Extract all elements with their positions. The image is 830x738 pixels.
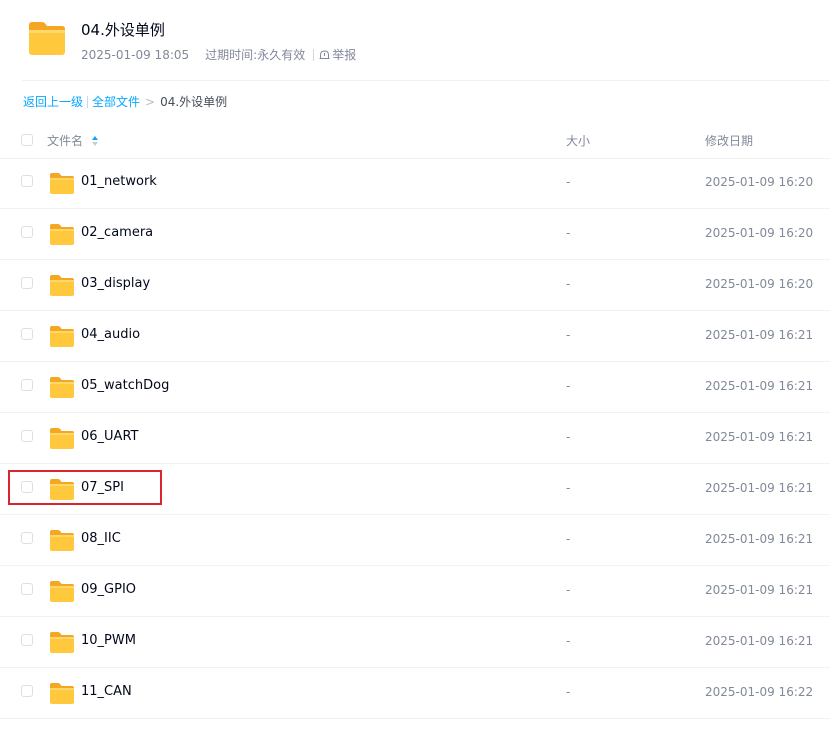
table-row[interactable]: 05_watchDog - 2025-01-09 16:21 (0, 362, 830, 413)
folder-icon (50, 683, 74, 704)
row-checkbox[interactable] (21, 532, 33, 544)
share-header: 04.外设单例 2025-01-09 18:05 过期时间: 永久有效 举报 (0, 0, 830, 80)
file-size: - (566, 277, 571, 291)
expire-label: 过期时间: (205, 48, 258, 62)
table-row[interactable]: 04_audio - 2025-01-09 16:21 (0, 311, 830, 362)
column-name-label: 文件名 (47, 134, 84, 148)
folder-icon (50, 377, 74, 398)
breadcrumb-separator: > (145, 94, 156, 109)
row-checkbox[interactable] (21, 379, 33, 391)
file-date: 2025-01-09 16:21 (705, 379, 814, 393)
file-name[interactable]: 01_network (81, 174, 157, 189)
file-date: 2025-01-09 16:22 (705, 685, 814, 699)
file-date: 2025-01-09 16:21 (705, 532, 814, 546)
report-button[interactable]: 举报 (319, 46, 356, 63)
file-name[interactable]: 08_IIC (81, 531, 121, 546)
column-name-header[interactable]: 文件名 (47, 132, 99, 149)
folder-icon (50, 632, 74, 653)
file-size: - (566, 685, 571, 699)
row-checkbox[interactable] (21, 430, 33, 442)
file-date: 2025-01-09 16:20 (705, 277, 814, 291)
report-icon (319, 50, 330, 59)
share-time: 2025-01-09 18:05 (81, 47, 190, 62)
file-date: 2025-01-09 16:21 (705, 430, 814, 444)
file-size: - (566, 634, 571, 648)
file-name[interactable]: 02_camera (81, 225, 153, 240)
folder-icon (50, 530, 74, 551)
row-checkbox[interactable] (21, 175, 33, 187)
file-name[interactable]: 11_CAN (81, 684, 132, 699)
file-list: 01_network - 2025-01-09 16:20 02_camera … (0, 158, 830, 719)
row-checkbox[interactable] (21, 481, 33, 493)
file-size: - (566, 328, 571, 342)
folder-icon (50, 173, 74, 194)
file-date: 2025-01-09 16:21 (705, 583, 814, 597)
folder-icon (50, 428, 74, 449)
table-row[interactable]: 10_PWM - 2025-01-09 16:21 (0, 617, 830, 668)
file-date: 2025-01-09 16:20 (705, 226, 814, 240)
file-size: - (566, 175, 571, 189)
file-size: - (566, 481, 571, 495)
row-checkbox[interactable] (21, 685, 33, 697)
file-size: - (566, 583, 571, 597)
column-date-header: 修改日期 (705, 134, 754, 148)
folder-icon (50, 275, 74, 296)
table-row[interactable]: 11_CAN - 2025-01-09 16:22 (0, 668, 830, 719)
file-date: 2025-01-09 16:21 (705, 481, 814, 495)
file-date: 2025-01-09 16:20 (705, 175, 814, 189)
sort-icon[interactable] (91, 134, 99, 148)
file-size: - (566, 379, 571, 393)
folder-icon (29, 22, 65, 55)
file-name[interactable]: 05_watchDog (81, 378, 169, 393)
divider (313, 48, 315, 61)
report-label: 举报 (332, 48, 357, 62)
all-files-link[interactable]: 全部文件 (92, 93, 140, 110)
folder-icon (50, 326, 74, 347)
share-meta: 2025-01-09 18:05 过期时间: 永久有效 举报 (81, 46, 356, 63)
breadcrumb-divider (87, 95, 89, 108)
folder-icon (50, 581, 74, 602)
table-row[interactable]: 09_GPIO - 2025-01-09 16:21 (0, 566, 830, 617)
table-row[interactable]: 07_SPI - 2025-01-09 16:21 (0, 464, 830, 515)
file-date: 2025-01-09 16:21 (705, 634, 814, 648)
table-row[interactable]: 03_display - 2025-01-09 16:20 (0, 260, 830, 311)
file-name[interactable]: 07_SPI (81, 480, 124, 495)
file-size: - (566, 532, 571, 546)
file-name[interactable]: 04_audio (81, 327, 140, 342)
row-checkbox[interactable] (21, 583, 33, 595)
folder-icon (50, 479, 74, 500)
file-name[interactable]: 09_GPIO (81, 582, 136, 597)
row-checkbox[interactable] (21, 634, 33, 646)
file-table-header: 文件名 大小 修改日期 (0, 122, 830, 159)
folder-icon (50, 224, 74, 245)
file-name[interactable]: 03_display (81, 276, 150, 291)
breadcrumb-current: 04.外设单例 (160, 95, 228, 109)
breadcrumb: 返回上一级 全部文件 > 04.外设单例 (23, 93, 227, 110)
row-checkbox[interactable] (21, 277, 33, 289)
row-checkbox[interactable] (21, 226, 33, 238)
table-row[interactable]: 06_UART - 2025-01-09 16:21 (0, 413, 830, 464)
file-size: - (566, 430, 571, 444)
file-date: 2025-01-09 16:21 (705, 328, 814, 342)
table-row[interactable]: 01_network - 2025-01-09 16:20 (0, 158, 830, 209)
table-row[interactable]: 02_camera - 2025-01-09 16:20 (0, 209, 830, 260)
file-name[interactable]: 10_PWM (81, 633, 136, 648)
select-all-checkbox[interactable] (21, 134, 33, 146)
table-row[interactable]: 08_IIC - 2025-01-09 16:21 (0, 515, 830, 566)
expire-value: 永久有效 (257, 48, 306, 62)
page-title: 04.外设单例 (81, 21, 165, 39)
file-name[interactable]: 06_UART (81, 429, 138, 444)
file-size: - (566, 226, 571, 240)
back-link[interactable]: 返回上一级 (23, 93, 83, 110)
column-size-header: 大小 (566, 134, 591, 148)
row-checkbox[interactable] (21, 328, 33, 340)
header-divider (22, 80, 830, 81)
